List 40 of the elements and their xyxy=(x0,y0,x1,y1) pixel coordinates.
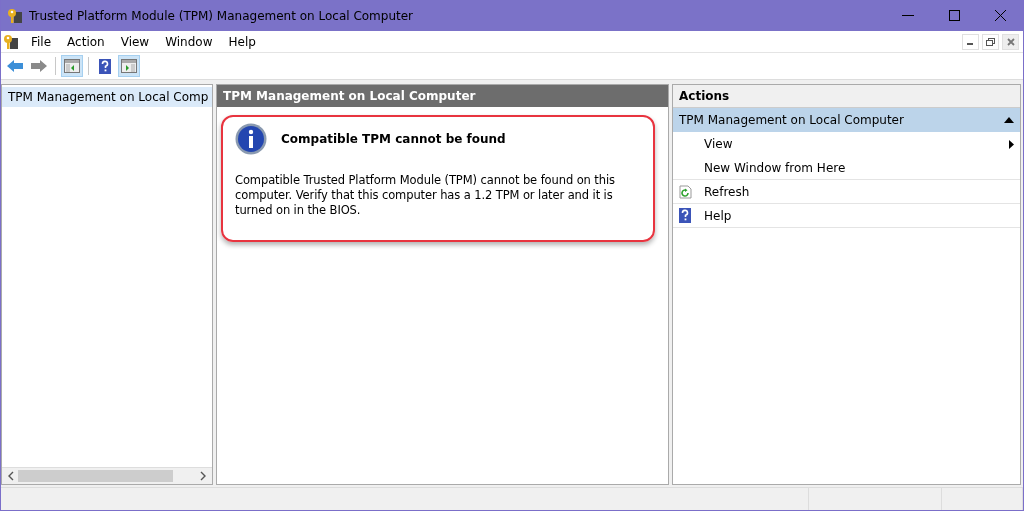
close-icon xyxy=(994,10,1006,21)
message-title: Compatible TPM cannot be found xyxy=(281,132,506,146)
menu-item[interactable]: Action xyxy=(59,34,113,49)
restore-button[interactable] xyxy=(982,33,999,50)
help-icon xyxy=(99,58,111,74)
restore-icon xyxy=(986,37,995,46)
pane-header: TPM Management on Local Computer xyxy=(217,85,668,107)
pane-task-link[interactable]: New Window from Here xyxy=(673,156,1020,180)
toolbar-button[interactable] xyxy=(118,55,140,77)
scroll-right-icon[interactable] xyxy=(198,471,208,481)
minimize-icon xyxy=(902,14,914,17)
pane-task-link[interactable]: View xyxy=(673,132,1020,156)
collapse-icon xyxy=(1004,117,1014,123)
toolbar-button[interactable] xyxy=(61,55,83,77)
close-icon xyxy=(1006,37,1015,46)
pane-task-link[interactable]: Help xyxy=(673,204,1020,228)
pane-task-link[interactable]: Refresh xyxy=(673,180,1020,204)
help-icon xyxy=(679,208,691,223)
maximize-icon xyxy=(948,10,960,21)
info-icon xyxy=(235,123,267,155)
window-title: Trusted Platform Module (TPM) Management on Local Computer xyxy=(29,8,415,23)
message-text: Compatible Trusted Platform Module (TPM) cannot be found on this computer. Verify that this computer has a 1.2 TPM or later and it is turned on in the BIOS. xyxy=(235,173,616,218)
menu-item[interactable]: Help xyxy=(220,34,264,49)
forward-arrow-icon xyxy=(30,59,48,73)
scroll-left-icon[interactable] xyxy=(6,471,16,481)
close-button[interactable] xyxy=(1002,33,1019,50)
menu-item[interactable]: View xyxy=(112,34,158,49)
tree-item[interactable]: TPM Management on Local Comp xyxy=(2,87,212,107)
app-key-icon xyxy=(7,7,23,24)
pane-icon xyxy=(64,59,80,73)
actions-section-header[interactable]: TPM Management on Local Computer xyxy=(673,108,1020,132)
refresh-icon xyxy=(679,184,692,199)
menu-item[interactable]: Window xyxy=(157,34,221,49)
minimize-button[interactable] xyxy=(962,33,979,50)
pane-icon xyxy=(121,59,137,73)
menu-item[interactable]: File xyxy=(23,34,60,49)
back-arrow-icon xyxy=(6,59,24,73)
submenu-arrow-icon xyxy=(1009,139,1014,149)
pane-header: Actions xyxy=(673,85,1020,108)
horizontal-scrollbar[interactable] xyxy=(2,467,212,484)
